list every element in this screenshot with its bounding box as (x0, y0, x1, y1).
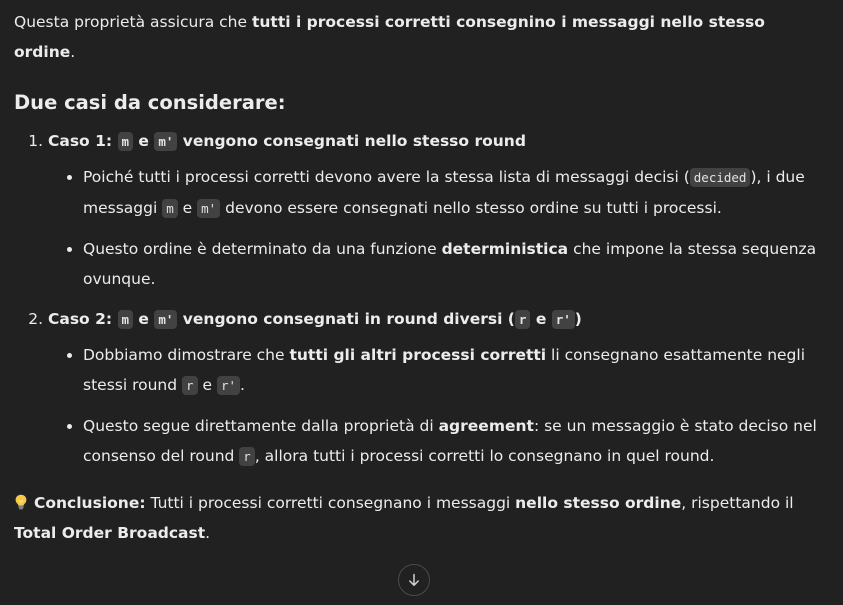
text: e (197, 376, 217, 394)
case-1-title-text: vengono consegnati nello stesso round (177, 132, 526, 150)
inline-code: m (117, 132, 134, 151)
case-2-item: Caso 2: m e m' vengono consegnati in rou… (48, 304, 829, 472)
case-1-item: Caso 1: m e m' vengono consegnati nello … (48, 126, 829, 294)
text: . (240, 376, 245, 394)
inline-code: r (239, 447, 255, 466)
inline-code: m (162, 199, 178, 218)
conjunction: e (530, 310, 552, 328)
lightbulb-icon (14, 490, 28, 510)
section-heading: Due casi da considerare: (14, 91, 286, 114)
case-2-title: Caso 2: m e m' vengono consegnati in rou… (48, 310, 582, 329)
cases-list: Caso 1: m e m' vengono consegnati nello … (14, 126, 829, 472)
inline-code: r (182, 376, 198, 395)
conjunction: e (133, 310, 155, 328)
intro-paragraph: Questa proprietà assicura che tutti i pr… (14, 7, 829, 67)
text: , allora tutti i processi corretti lo co… (254, 447, 715, 465)
assistant-message: Questa proprietà assicura che tutti i pr… (14, 7, 829, 548)
list-item: Questo ordine è determinato da una funzi… (83, 234, 829, 294)
list-item: Questo segue direttamente dalla propriet… (83, 411, 829, 472)
text: , rispettando il (681, 494, 794, 512)
text: e (177, 199, 198, 217)
text: . (205, 524, 211, 542)
intro-text: Questa proprietà assicura che (14, 13, 252, 31)
case-1-title: Caso 1: m e m' vengono consegnati nello … (48, 132, 526, 151)
bold-text: deterministica (441, 240, 569, 258)
bold-text: tutti gli altri processi corretti (289, 346, 547, 364)
case-2-title-text: vengono consegnati in round diversi ( (177, 310, 515, 328)
scroll-to-bottom-button[interactable] (398, 564, 430, 596)
bold-text: agreement (438, 417, 534, 435)
conjunction: e (133, 132, 155, 150)
conclusion-label: Conclusione: (34, 494, 146, 512)
inline-code: r (514, 310, 531, 329)
text: Questo ordine è determinato da una funzi… (83, 240, 442, 258)
text: Poiché tutti i processi corretti devono … (83, 168, 690, 186)
text: Questo segue direttamente dalla propriet… (83, 417, 439, 435)
inline-code: m' (197, 199, 221, 218)
bold-text: nello stesso ordine (515, 494, 682, 512)
inline-code: r' (216, 376, 240, 395)
text: Tutti i processi corretti consegnano i m… (145, 494, 516, 512)
inline-code: m (117, 310, 134, 329)
text: ) (574, 310, 582, 328)
inline-code: decided (689, 168, 751, 187)
bold-text: Total Order Broadcast (14, 524, 206, 542)
case-2-label: Caso 2: (48, 310, 113, 328)
inline-code: r' (551, 310, 575, 329)
case-1-bullets: Poiché tutti i processi corretti devono … (48, 162, 829, 294)
list-item: Poiché tutti i processi corretti devono … (83, 162, 829, 224)
arrow-down-icon (409, 573, 419, 586)
conclusion-paragraph: Conclusione: Tutti i processi corretti c… (14, 488, 829, 548)
case-2-bullets: Dobbiamo dimostrare che tutti gli altri … (48, 340, 829, 472)
intro-period: . (70, 43, 76, 61)
text: Dobbiamo dimostrare che (83, 346, 290, 364)
text: devono essere consegnati nello stesso or… (220, 199, 722, 217)
case-1-label: Caso 1: (48, 132, 113, 150)
inline-code: m' (154, 132, 178, 151)
inline-code: m' (154, 310, 178, 329)
list-item: Dobbiamo dimostrare che tutti gli altri … (83, 340, 829, 401)
